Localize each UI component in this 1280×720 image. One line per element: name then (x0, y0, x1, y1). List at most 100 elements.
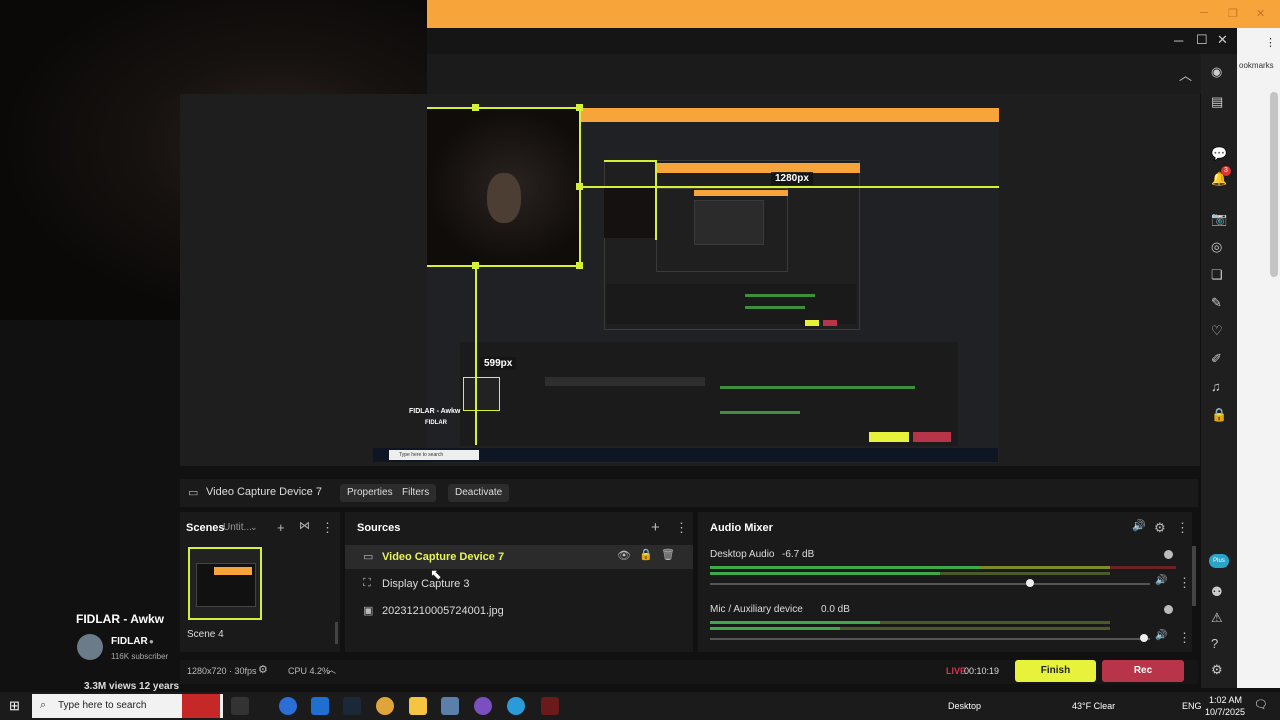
transition-icon[interactable]: ⋈ (299, 521, 310, 532)
source-item[interactable]: ▭ Video Capture Device 7 👁 🔒 🗑 (345, 545, 693, 569)
app-icon[interactable] (441, 697, 459, 715)
minimize-icon[interactable]: ─ (1174, 33, 1183, 48)
app-icon[interactable] (507, 697, 525, 715)
channel-toggle[interactable] (1164, 605, 1173, 614)
more-options-icon[interactable]: ⋮ (675, 521, 688, 534)
scenes-scrollbar[interactable] (335, 622, 338, 644)
minimize-icon[interactable]: ─ (1200, 7, 1208, 19)
nested-window-header (656, 163, 860, 173)
plus-badge[interactable]: Plus (1209, 554, 1229, 568)
finish-button[interactable]: Finish (1015, 660, 1096, 682)
gear-icon[interactable]: ⚙ (258, 665, 268, 676)
app-icon[interactable] (474, 697, 492, 715)
clock-date[interactable]: 10/7/2025 (1205, 707, 1245, 717)
pen-icon[interactable]: ✎ (1211, 295, 1222, 311)
chevron-up-icon[interactable]: ︿ (327, 666, 336, 675)
chat-icon[interactable]: 💬 (1211, 146, 1227, 162)
status-bar: 1280x720 · 30fps ⚙ CPU 4.2% ︿ LIVE 00:10… (180, 660, 1198, 684)
volume-slider[interactable] (710, 583, 1150, 585)
trash-icon[interactable]: 🗑 (661, 550, 675, 561)
filters-button[interactable]: Filters (395, 484, 437, 502)
scene-collection-select[interactable]: Untit... (223, 522, 252, 533)
weather-text[interactable]: 43°F Clear (1072, 701, 1115, 711)
language-indicator[interactable]: ENG (1182, 701, 1202, 711)
selection-handle[interactable] (576, 262, 583, 269)
music-icon[interactable]: ♫ (1211, 379, 1221, 394)
obs-icon[interactable] (541, 697, 559, 715)
channel-toggle[interactable] (1164, 550, 1173, 559)
lock-icon[interactable]: 🔒 (639, 550, 653, 561)
source-item[interactable]: ▣ 20231210005724001.jpg (345, 599, 693, 623)
scene-thumbnail[interactable] (188, 547, 262, 620)
selection-guide (475, 265, 477, 445)
channel-avatar[interactable] (77, 634, 103, 660)
close-icon[interactable]: ✕ (1217, 32, 1228, 48)
notification-icon[interactable]: 🗨 (1254, 698, 1268, 711)
mouse-cursor-icon: ⬉ (430, 566, 442, 582)
rec-button[interactable]: Rec (1102, 660, 1184, 682)
close-icon[interactable]: ✕ (1256, 7, 1265, 20)
camera-icon: ▭ (188, 487, 199, 499)
speaker-icon[interactable]: 🔊 (1132, 521, 1146, 532)
scrollbar-thumb[interactable] (1270, 92, 1278, 277)
properties-button[interactable]: Properties (340, 484, 400, 502)
level-meter (710, 621, 880, 624)
add-scene-icon[interactable]: + (277, 521, 285, 534)
visibility-icon[interactable]: 👁 (617, 551, 631, 562)
video-title[interactable]: FIDLAR - Awkw (76, 612, 164, 626)
camera-icon[interactable]: 📷 (1211, 211, 1227, 227)
restore-icon[interactable]: ❐ (1228, 7, 1238, 20)
level-meter (1110, 566, 1176, 569)
more-options-icon[interactable]: ⋮ (1176, 521, 1189, 534)
selection-handle[interactable] (472, 104, 479, 111)
lock-icon[interactable]: 🔒 (1211, 407, 1227, 423)
speaker-icon[interactable]: 🔊 (1155, 631, 1167, 641)
channel-name[interactable]: FIDLAR (111, 636, 148, 647)
scenes-title: Scenes (186, 522, 225, 534)
speaker-icon[interactable]: 🔊 (1155, 576, 1167, 586)
source-item[interactable]: ⛶ Display Capture 3 (345, 572, 693, 596)
more-options-icon[interactable]: ⋮ (1265, 36, 1276, 49)
volume-slider-handle[interactable] (1026, 579, 1034, 587)
maximize-icon[interactable]: ☐ (1196, 32, 1208, 48)
mixer-scrollbar[interactable] (1192, 546, 1196, 606)
gear-icon[interactable]: ⚙ (1154, 521, 1166, 534)
chevron-up-icon[interactable]: ︿ (1179, 65, 1192, 84)
browser-sidebar: ◉ ▤ 💬 🔔 3 📷 ◎ ❏ ✎ ♡ ✐ ♫ 🔒 Plus ⚉ ⚠ ? ⚙ (1201, 54, 1237, 688)
copy-icon[interactable]: ❏ (1211, 267, 1223, 283)
warning-icon[interactable]: ⚠ (1211, 610, 1223, 626)
chrome-icon[interactable] (376, 697, 394, 715)
more-options-icon[interactable]: ⋮ (321, 521, 334, 534)
selection-handle[interactable] (576, 183, 583, 190)
windows-start-icon[interactable]: ⊞ (9, 698, 20, 714)
preview-person-face (487, 173, 521, 223)
clock-time[interactable]: 1:02 AM (1209, 695, 1242, 705)
folder-icon[interactable] (409, 697, 427, 715)
add-source-icon[interactable]: + (651, 520, 660, 535)
gear-icon[interactable]: ⚙ (1211, 662, 1223, 678)
collections-icon[interactable]: ▤ (1211, 94, 1223, 110)
volume-slider[interactable] (710, 638, 1150, 640)
help-icon[interactable]: ? (1211, 636, 1218, 651)
bookmarks-label[interactable]: ookmarks (1239, 61, 1274, 70)
avatar[interactable]: ◉ (1211, 64, 1222, 80)
selection-handle[interactable] (472, 262, 479, 269)
brush-icon[interactable]: ✐ (1211, 351, 1222, 367)
level-meter (710, 627, 840, 630)
capture-icon[interactable]: ◎ (1211, 239, 1222, 255)
heart-icon[interactable]: ♡ (1211, 323, 1223, 339)
volume-slider-handle[interactable] (1140, 634, 1148, 642)
task-view-icon[interactable] (231, 697, 249, 715)
chevron-down-icon[interactable]: ⌄ (250, 523, 258, 532)
desktop-label[interactable]: Desktop (948, 701, 981, 711)
edge-icon[interactable] (279, 697, 297, 715)
deactivate-button[interactable]: Deactivate (448, 484, 510, 502)
selection-handle[interactable] (576, 104, 583, 111)
selection-guide (655, 160, 657, 240)
scene-label[interactable]: Scene 4 (187, 629, 224, 640)
store-icon[interactable] (311, 697, 329, 715)
more-options-icon[interactable]: ⋮ (1178, 576, 1191, 589)
more-options-icon[interactable]: ⋮ (1178, 631, 1191, 644)
steam-icon[interactable] (343, 697, 361, 715)
game-icon[interactable]: ⚉ (1211, 584, 1223, 600)
